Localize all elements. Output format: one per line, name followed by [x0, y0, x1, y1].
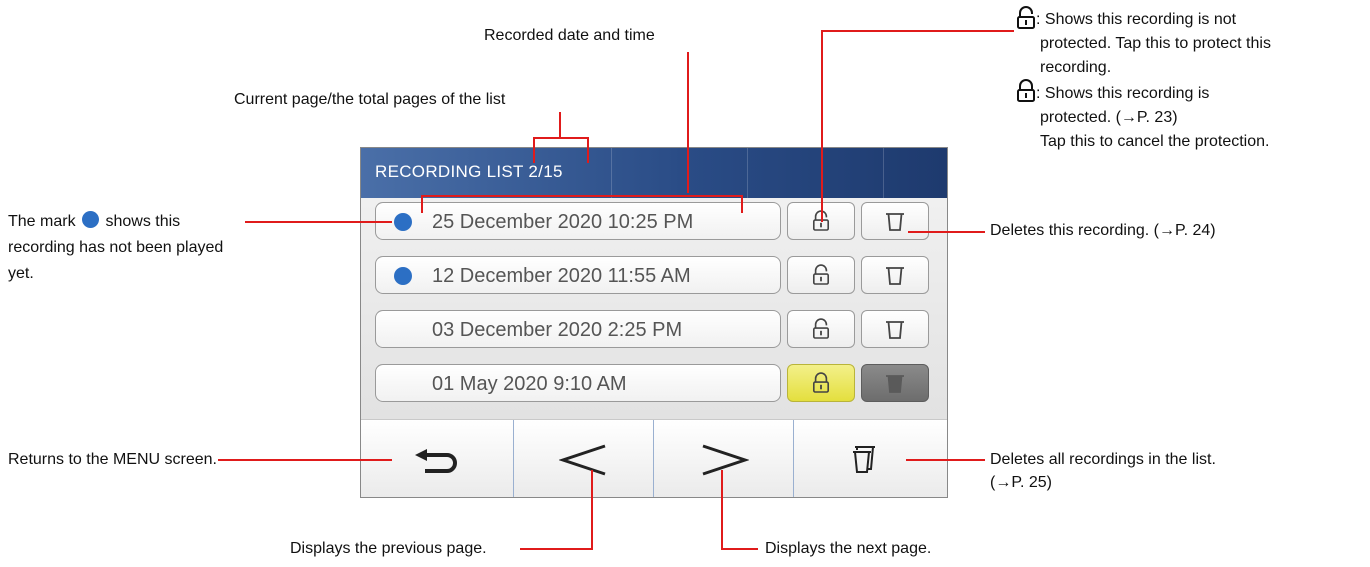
- title-bar-divider: [883, 148, 884, 198]
- delete-button-disabled: [861, 364, 929, 402]
- callout-unlocked-line2: protected. Tap this to protect this: [1040, 35, 1271, 52]
- unprotect-button[interactable]: [787, 364, 855, 402]
- unlocked-padlock-icon: [812, 264, 830, 285]
- recording-list-screen: RECORDING LIST 2/15 25 December 2020 10:…: [360, 147, 948, 498]
- trash-icon: [886, 213, 904, 231]
- recording-entry[interactable]: 03 December 2020 2:25 PM: [375, 310, 781, 348]
- unlocked-padlock-icon: [812, 318, 830, 339]
- title-bar: RECORDING LIST 2/15: [361, 148, 947, 198]
- callout-unplayed-mark-line1: The mark shows this: [8, 211, 180, 233]
- recording-date: 25 December 2020 10:25 PM: [432, 211, 694, 233]
- next-page-button[interactable]: [654, 420, 794, 498]
- delete-button[interactable]: [861, 256, 929, 294]
- recording-date: 01 May 2020 9:10 AM: [432, 373, 627, 395]
- unlocked-padlock-icon: [1016, 6, 1036, 35]
- callout-returns: Returns to the MENU screen.: [8, 451, 217, 468]
- callout-locked-line1: : Shows this recording is: [1036, 85, 1210, 102]
- multi-trash-icon: [853, 446, 875, 473]
- locked-padlock-icon: [812, 372, 830, 393]
- page-title: RECORDING LIST 2/15: [375, 162, 563, 181]
- trash-icon: [886, 321, 904, 339]
- unlocked-padlock-icon: [812, 210, 830, 231]
- callout-mark-text-a: The mark: [8, 213, 76, 230]
- callout-next-page: Displays the next page.: [765, 540, 932, 557]
- recording-date: 12 December 2020 11:55 AM: [432, 265, 691, 287]
- recording-entry[interactable]: 12 December 2020 11:55 AM: [375, 256, 781, 294]
- callout-locked-line2: protected. (→P. 23): [1040, 109, 1178, 126]
- active-indicator: [564, 497, 604, 498]
- callout-unlocked-line3: recording.: [1040, 59, 1112, 76]
- callout-recorded-date: Recorded date and time: [484, 27, 655, 44]
- delete-button[interactable]: [861, 310, 929, 348]
- callout-unplayed-mark-line2: recording has not been played: [8, 239, 224, 256]
- callout-unplayed-mark-line3: yet.: [8, 265, 34, 282]
- title-bar-divider: [747, 148, 748, 198]
- title-bar-divider: [611, 148, 612, 198]
- callout-unlocked-line1: : Shows this recording is not: [1036, 11, 1237, 28]
- unplayed-mark-icon: [394, 213, 412, 231]
- callout-delete-all-line1: Deletes all recordings in the list.: [990, 451, 1216, 468]
- bottom-toolbar: [361, 419, 947, 498]
- callout-mark-text-b: shows this: [105, 213, 181, 230]
- chevron-right-icon: [702, 444, 749, 476]
- delete-button[interactable]: [861, 202, 929, 240]
- chevron-left-icon: [559, 444, 606, 476]
- previous-page-button[interactable]: [514, 420, 654, 498]
- callout-prev-page: Displays the previous page.: [290, 540, 487, 557]
- recording-list: 25 December 2020 10:25 PM 12 December 20…: [361, 198, 947, 419]
- recording-entry[interactable]: 25 December 2020 10:25 PM: [375, 202, 781, 240]
- recording-entry[interactable]: 01 May 2020 9:10 AM: [375, 364, 781, 402]
- protect-button[interactable]: [787, 256, 855, 294]
- protect-button[interactable]: [787, 202, 855, 240]
- trash-icon: [886, 267, 904, 285]
- callout-delete-all-line2: (→P. 25): [990, 474, 1052, 491]
- protect-button[interactable]: [787, 310, 855, 348]
- return-arrow-icon: [415, 449, 457, 473]
- blue-dot-icon: [82, 211, 100, 228]
- callout-locked-line3: Tap this to cancel the protection.: [1040, 133, 1270, 150]
- trash-icon: [886, 375, 904, 393]
- recording-date: 03 December 2020 2:25 PM: [432, 319, 683, 341]
- active-indicator: [704, 497, 744, 498]
- callout-current-page: Current page/the total pages of the list: [234, 91, 506, 108]
- locked-padlock-icon: [1016, 79, 1036, 108]
- callout-delete-one: Deletes this recording. (→P. 24): [990, 222, 1216, 239]
- back-button[interactable]: [365, 420, 505, 497]
- unplayed-mark-icon: [394, 267, 412, 285]
- delete-all-button[interactable]: [794, 420, 934, 497]
